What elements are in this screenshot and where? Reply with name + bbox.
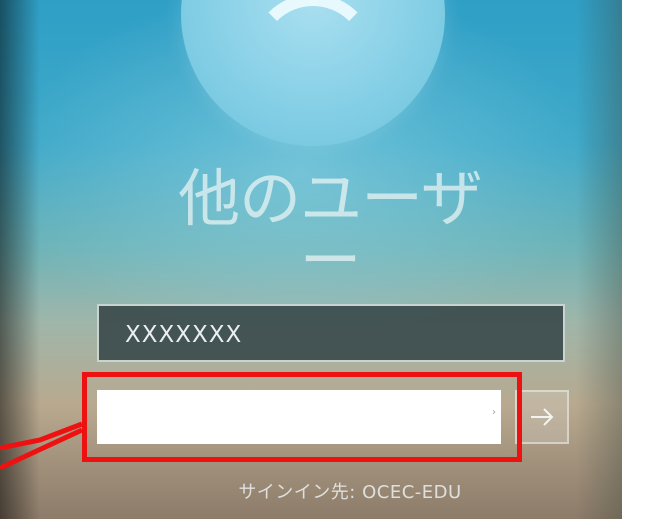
highlight-box — [82, 372, 522, 462]
submit-button[interactable] — [515, 390, 569, 444]
right-arrow-icon — [531, 408, 554, 426]
username-field[interactable]: XXXXXXX — [97, 304, 565, 362]
avatar-head-arc — [250, 0, 376, 120]
sign-in-destination: サインイン先: OCEC-EDU — [238, 482, 462, 503]
page-title: 他のユーザー — [178, 162, 483, 297]
username-value: XXXXXXX — [125, 322, 243, 348]
photo-edge-left — [0, 0, 40, 519]
user-avatar-icon — [181, 0, 445, 146]
page-margin — [622, 0, 646, 519]
